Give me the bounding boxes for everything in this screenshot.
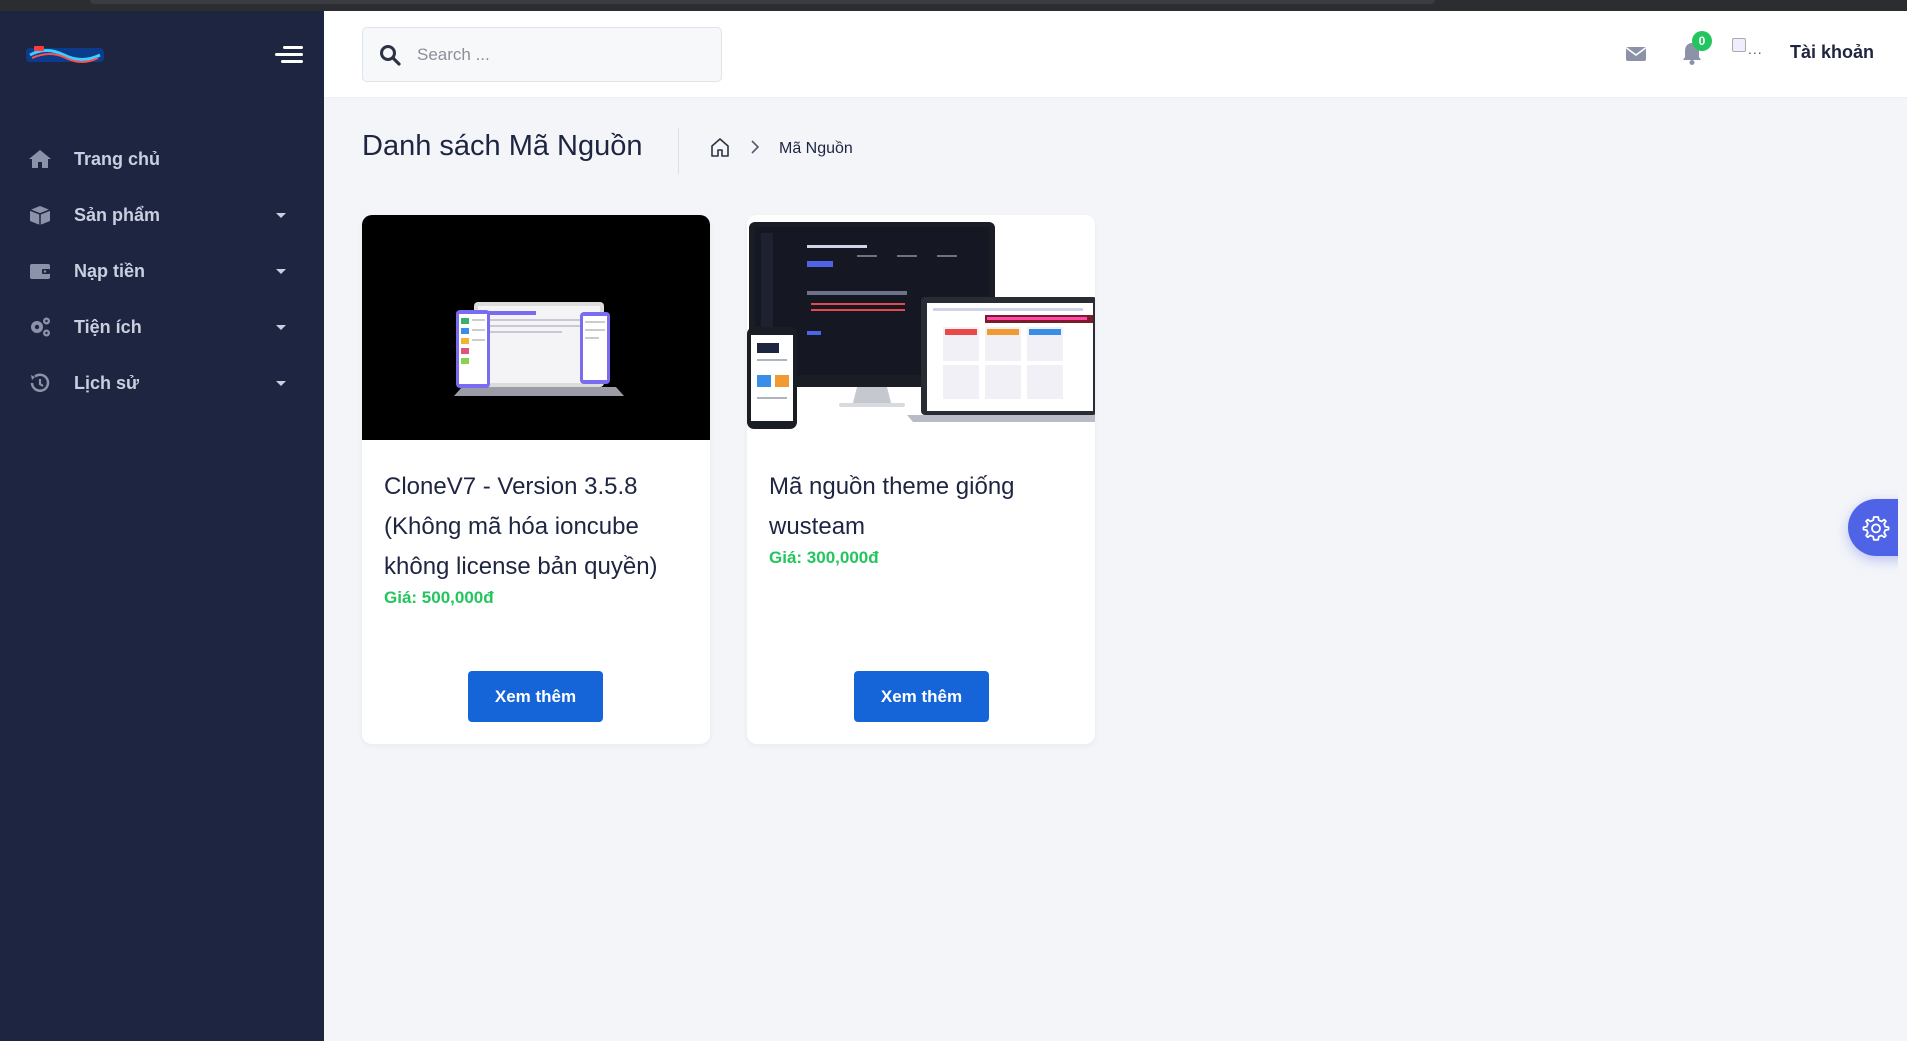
- top-header: 0 ... Tài khoản: [324, 11, 1907, 98]
- sidebar-item-label: Sản phẩm: [74, 204, 161, 225]
- box-icon: [28, 203, 52, 227]
- wallet-icon: [28, 259, 52, 283]
- mail-icon[interactable]: [1624, 42, 1648, 66]
- product-price: Giá: 500,000đ: [384, 588, 494, 607]
- browser-top-strip: [0, 0, 1907, 11]
- breadcrumb-home-icon[interactable]: [709, 136, 731, 158]
- browser-tab-bar: [90, 0, 1435, 4]
- search-box: [362, 27, 722, 82]
- sidebar-item-san-pham[interactable]: Sản phẩm: [0, 187, 324, 243]
- breadcrumb-current: Mã Nguồn: [779, 140, 853, 157]
- sidebar-item-label: Nạp tiền: [74, 260, 146, 281]
- card-body: Mã nguồn theme giống wusteam Giá: 300,00…: [747, 445, 1095, 568]
- product-card: CloneV7 - Version 3.5.8 (Không mã hóa io…: [362, 215, 710, 744]
- chevron-down-icon: [276, 269, 286, 274]
- view-more-button[interactable]: Xem thêm: [854, 671, 989, 722]
- card-body: CloneV7 - Version 3.5.8 (Không mã hóa io…: [362, 445, 710, 608]
- avatar-alt-text: ...: [1748, 41, 1763, 57]
- site-logo[interactable]: [26, 44, 104, 66]
- broken-image-icon: [1732, 38, 1746, 52]
- product-title[interactable]: Mã nguồn theme giống wusteam: [769, 467, 1073, 547]
- sidebar: Trang chủ Sản phẩm Nạp tiền Tiện ích Lịc…: [0, 11, 324, 1041]
- title-divider: [678, 128, 679, 174]
- sidebar-item-tien-ich[interactable]: Tiện ích: [0, 299, 324, 355]
- home-icon: [28, 147, 52, 171]
- chevron-down-icon: [276, 325, 286, 330]
- menu-toggle-button[interactable]: [275, 44, 303, 66]
- sidebar-item-label: Tiện ích: [74, 316, 142, 337]
- avatar[interactable]: ...: [1732, 33, 1768, 69]
- product-card: Mã nguồn theme giống wusteam Giá: 300,00…: [747, 215, 1095, 744]
- product-title[interactable]: CloneV7 - Version 3.5.8 (Không mã hóa io…: [384, 467, 688, 587]
- sidebar-item-nap-tien[interactable]: Nạp tiền: [0, 243, 324, 299]
- view-more-button[interactable]: Xem thêm: [468, 671, 603, 722]
- page-title: Danh sách Mã Nguồn: [362, 130, 643, 162]
- gear-icon: [1862, 515, 1890, 541]
- sidebar-item-label: Trang chủ: [74, 148, 161, 169]
- chevron-down-icon: [276, 381, 286, 386]
- chevron-right-icon: [751, 140, 760, 154]
- product-price: Giá: 300,000đ: [769, 548, 879, 567]
- search-icon[interactable]: [363, 44, 417, 66]
- sidebar-nav: Trang chủ Sản phẩm Nạp tiền Tiện ích Lịc…: [0, 131, 324, 411]
- product-image[interactable]: [362, 215, 710, 440]
- history-icon: [28, 371, 52, 395]
- scrollbar-track[interactable]: [1898, 98, 1907, 1041]
- search-input[interactable]: [417, 44, 697, 65]
- product-image[interactable]: [747, 215, 1095, 440]
- account-menu[interactable]: Tài khoản: [1790, 42, 1874, 63]
- sidebar-item-lich-su[interactable]: Lịch sử: [0, 355, 324, 411]
- sidebar-item-trang-chu[interactable]: Trang chủ: [0, 131, 324, 187]
- cogs-icon: [28, 315, 52, 339]
- notification-badge: 0: [1692, 31, 1712, 51]
- chevron-down-icon: [276, 213, 286, 218]
- sidebar-item-label: Lịch sử: [74, 372, 140, 393]
